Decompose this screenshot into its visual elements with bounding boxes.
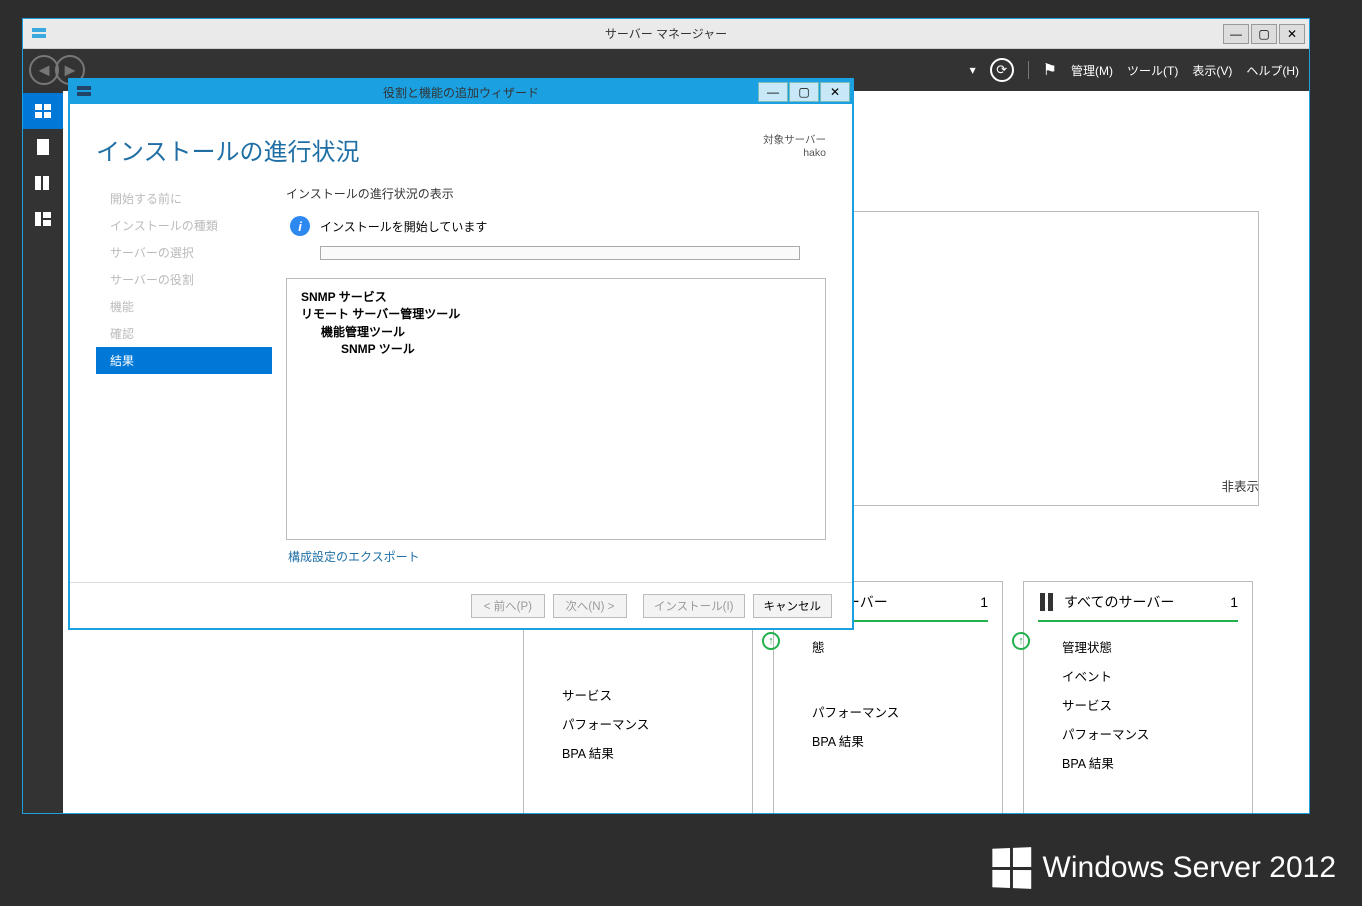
wizard-nav-step-results[interactable]: 結果 bbox=[96, 347, 272, 374]
wizard-button-row: < 前へ(P) 次へ(N) > インストール(I) キャンセル bbox=[70, 582, 852, 628]
feature-list-box: SNMP サービス リモート サーバー管理ツール 機能管理ツール SNMP ツー… bbox=[286, 278, 826, 540]
wizard-prev-button: < 前へ(P) bbox=[471, 594, 545, 618]
add-roles-wizard: 役割と機能の追加ウィザード — ▢ ✕ インストールの進行状況 対象サーバー h… bbox=[68, 78, 854, 630]
hide-link[interactable]: 非表示 bbox=[1221, 476, 1259, 495]
wizard-nav-step-server-select: サーバーの選択 bbox=[96, 239, 272, 266]
wizard-close-button[interactable]: ✕ bbox=[820, 82, 850, 102]
wizard-nav-step-server-roles: サーバーの役割 bbox=[96, 266, 272, 293]
server-icon bbox=[37, 139, 49, 155]
menu-manage[interactable]: 管理(M) bbox=[1071, 62, 1113, 79]
sidebar-file-services[interactable] bbox=[23, 201, 63, 237]
wizard-next-button: 次へ(N) > bbox=[553, 594, 627, 618]
servers-tile-icon bbox=[1038, 593, 1056, 611]
tile-item[interactable]: 態 bbox=[812, 641, 825, 655]
wizard-subheading: インストールの進行状況の表示 bbox=[286, 185, 826, 202]
dropdown-caret[interactable]: ▾ bbox=[970, 63, 976, 77]
feature-item: SNMP ツール bbox=[301, 341, 811, 358]
menu-tools[interactable]: ツール(T) bbox=[1127, 62, 1178, 79]
wizard-nav-step-install-type: インストールの種類 bbox=[96, 212, 272, 239]
wizard-nav-step-features: 機能 bbox=[96, 293, 272, 320]
main-close-button[interactable]: ✕ bbox=[1279, 24, 1305, 44]
tile-item[interactable] bbox=[788, 661, 988, 679]
progress-bar bbox=[320, 246, 800, 260]
wizard-nav: 開始する前に インストールの種類 サーバーの選択 サーバーの役割 機能 確認 結… bbox=[96, 185, 272, 565]
wizard-install-button: インストール(I) bbox=[643, 594, 745, 618]
dashboard-icon bbox=[35, 104, 51, 118]
wizard-minimize-button[interactable]: — bbox=[758, 82, 788, 102]
sidebar-dashboard[interactable] bbox=[23, 93, 63, 129]
brand-text: Windows Server 2012 bbox=[1043, 851, 1336, 885]
wizard-maximize-button[interactable]: ▢ bbox=[789, 82, 819, 102]
flag-icon[interactable]: ⚑ bbox=[1043, 60, 1057, 80]
main-maximize-button[interactable]: ▢ bbox=[1251, 24, 1277, 44]
sidebar-local-server[interactable] bbox=[23, 129, 63, 165]
tile-item[interactable]: BPA 結果 bbox=[538, 738, 738, 767]
wizard-nav-step-before-begin: 開始する前に bbox=[96, 185, 272, 212]
tile-item[interactable]: パフォーマンス bbox=[788, 697, 988, 726]
tile-item[interactable]: パフォーマンス bbox=[538, 709, 738, 738]
wizard-nav-step-confirm: 確認 bbox=[96, 320, 272, 347]
windows-logo-icon bbox=[992, 847, 1031, 889]
tile-item[interactable]: イベント bbox=[1038, 661, 1238, 690]
install-status-text: インストールを開始しています bbox=[320, 218, 487, 235]
tile-item[interactable] bbox=[788, 679, 988, 697]
tile-item[interactable]: サービス bbox=[1038, 690, 1238, 719]
wizard-titlebar: 役割と機能の追加ウィザード — ▢ ✕ bbox=[70, 80, 852, 104]
main-window-title: サーバー マネージャー bbox=[23, 25, 1309, 42]
main-minimize-button[interactable]: — bbox=[1223, 24, 1249, 44]
menu-divider bbox=[1028, 61, 1029, 79]
export-config-link[interactable]: 構成設定のエクスポート bbox=[288, 548, 826, 565]
file-services-icon bbox=[35, 212, 51, 226]
tile-item[interactable]: パフォーマンス bbox=[1038, 719, 1238, 748]
menu-view[interactable]: 表示(V) bbox=[1192, 62, 1232, 79]
os-branding: Windows Server 2012 bbox=[991, 848, 1336, 888]
tile-item[interactable]: サービス bbox=[538, 680, 738, 709]
tile-item[interactable]: BPA 結果 bbox=[788, 726, 988, 755]
tile-item[interactable]: BPA 結果 bbox=[1038, 748, 1238, 777]
tile-count: 1 bbox=[1230, 594, 1238, 610]
feature-item: SNMP サービス bbox=[301, 289, 811, 306]
sidebar-all-servers[interactable] bbox=[23, 165, 63, 201]
menu-help[interactable]: ヘルプ(H) bbox=[1246, 62, 1299, 79]
main-sidebar bbox=[23, 91, 63, 813]
tile-all-servers: すべてのサーバー 1 ↑ 管理状態 イベント サービス パフォーマンス BPA … bbox=[1023, 581, 1253, 813]
target-server-name: hako bbox=[763, 147, 826, 159]
main-titlebar: サーバー マネージャー — ▢ ✕ bbox=[23, 19, 1309, 49]
feature-item: 機能管理ツール bbox=[301, 324, 811, 341]
wizard-heading: インストールの進行状況 bbox=[96, 132, 360, 167]
target-server-label: 対象サーバー bbox=[763, 132, 826, 147]
servers-icon bbox=[35, 176, 51, 190]
info-icon: i bbox=[290, 216, 310, 236]
wizard-title: 役割と機能の追加ウィザード bbox=[70, 84, 852, 101]
refresh-icon[interactable]: ⟳ bbox=[990, 58, 1014, 82]
tile-count: 1 bbox=[980, 594, 988, 610]
tile-item[interactable]: 管理状態 bbox=[1062, 641, 1112, 655]
feature-item: リモート サーバー管理ツール bbox=[301, 306, 811, 323]
tile-title: すべてのサーバー bbox=[1064, 592, 1222, 612]
wizard-cancel-button[interactable]: キャンセル bbox=[753, 594, 833, 618]
